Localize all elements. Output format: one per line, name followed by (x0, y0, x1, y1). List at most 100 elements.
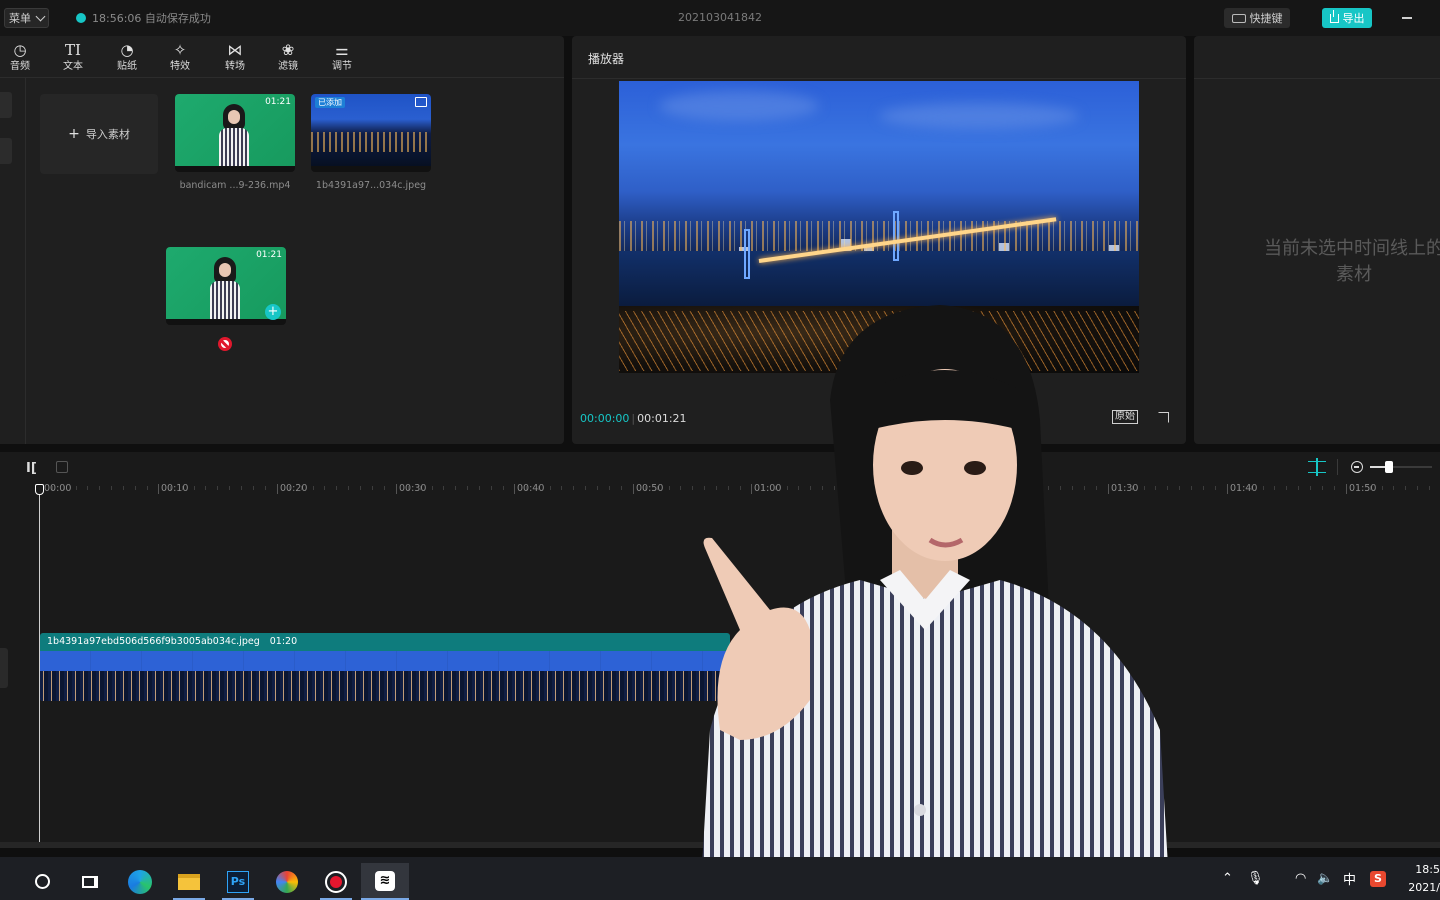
photoshop-button[interactable]: Ps (214, 863, 262, 900)
ruler-minor-tick (252, 486, 254, 490)
tool-audio[interactable]: ◷ 音频 (0, 40, 40, 74)
shortcut-button[interactable]: 快捷键 (1224, 8, 1290, 28)
time-separator: | (631, 412, 636, 425)
ruler-minor-tick (561, 486, 563, 490)
timeline-clip[interactable]: 1b4391a97ebd506d566f9b3005ab034c.jpeg 01:… (40, 633, 730, 701)
ruler-major-tick (1227, 484, 1228, 494)
side-tab-local[interactable] (0, 92, 12, 118)
sticker-icon: ◔ (120, 41, 134, 59)
snap-icon[interactable] (1308, 458, 1326, 476)
ruler-minor-tick (87, 486, 89, 490)
task-view-button[interactable] (66, 863, 114, 900)
ruler-minor-tick (359, 486, 361, 490)
transition-icon: ⋈ (227, 41, 243, 59)
tool-label: 文本 (63, 61, 83, 72)
cortana-icon (34, 874, 50, 889)
ruler-minor-tick (455, 486, 457, 490)
edge-icon (128, 869, 152, 894)
playhead-line[interactable] (39, 486, 40, 842)
import-label: 导入素材 (85, 128, 130, 141)
ruler-label: 00:50 (636, 483, 664, 494)
divider (1337, 459, 1338, 475)
filter-icon: ❀ (281, 41, 295, 59)
media-filename: bandicam ...9-236.mp4 (179, 180, 291, 191)
zoom-out-icon[interactable] (1351, 461, 1363, 473)
media-item-video[interactable]: 01:21 (175, 94, 295, 172)
sogou-icon[interactable]: S (1370, 857, 1386, 900)
track-handle[interactable] (0, 648, 8, 688)
media-item-image[interactable]: 已添加 (311, 94, 431, 172)
pointing-hand (703, 537, 810, 740)
ruler-minor-tick (111, 486, 113, 490)
tool-label: 转场 (225, 61, 245, 72)
ruler-minor-tick (371, 486, 373, 490)
ruler-minor-tick (193, 486, 195, 490)
ruler-minor-tick (205, 486, 207, 490)
shortcut-label: 快捷键 (1249, 12, 1283, 25)
tool-effects[interactable]: ✧ 特效 (160, 40, 200, 74)
tray-chevron-icon[interactable]: ⌃ (1222, 857, 1233, 900)
wifi-icon[interactable]: ◠ (1295, 857, 1306, 900)
ruler-minor-tick (229, 486, 231, 490)
zoom-slider[interactable] (1370, 461, 1432, 473)
clock-date: 2021/ (1408, 881, 1440, 894)
split-icon[interactable]: I[ (26, 461, 37, 476)
eye (901, 461, 923, 475)
media-panel: ◷ 音频 TI 文本 ◔ 贴纸 ✧ 特效 ⋈ 转场 ❀ 滤镜 ⚌ 调节 + 导入… (0, 36, 564, 444)
tool-label: 贴纸 (117, 61, 137, 72)
export-button[interactable]: 导出 (1322, 8, 1372, 28)
cortana-button[interactable] (18, 863, 66, 900)
tool-label: 滤镜 (278, 61, 298, 72)
import-media-button[interactable]: + 导入素材 (40, 94, 158, 174)
clip-filmstrip (40, 651, 730, 701)
attributes-panel: 当前未选中时间线上的素材 (1194, 36, 1440, 444)
keyboard-icon (1231, 13, 1246, 23)
side-tab-library[interactable] (0, 138, 12, 164)
ruler-minor-tick (1214, 486, 1216, 490)
ruler-minor-tick (1405, 486, 1407, 490)
file-explorer-icon (178, 873, 200, 890)
current-time: 00:00:00 (580, 412, 630, 425)
ruler-minor-tick (312, 486, 314, 490)
ruler-minor-tick (1298, 486, 1300, 490)
tool-filter[interactable]: ❀ 滤镜 (268, 40, 308, 74)
capcut-button[interactable]: ≋ (361, 863, 409, 900)
image-icon (415, 97, 427, 107)
edge-button[interactable] (116, 863, 164, 900)
ruler-minor-tick (146, 486, 148, 490)
ruler-minor-tick (1428, 486, 1430, 490)
export-label: 导出 (1342, 12, 1365, 25)
divider (572, 78, 1186, 79)
tool-sticker[interactable]: ◔ 贴纸 (107, 40, 147, 74)
minimize-icon[interactable] (1402, 17, 1412, 19)
eye (964, 461, 986, 475)
ruler-minor-tick (336, 486, 338, 490)
player-title: 播放器 (588, 52, 625, 66)
ime-indicator[interactable]: 中 (1343, 857, 1356, 900)
ruler-minor-tick (502, 486, 504, 490)
ruler-label: 01:40 (1230, 483, 1258, 494)
ruler-minor-tick (383, 486, 385, 490)
volume-icon[interactable]: 🔈 (1317, 857, 1333, 900)
ruler-label: 00:40 (517, 483, 545, 494)
microphone-icon[interactable]: 🎙 (1247, 857, 1264, 900)
delete-icon[interactable] (56, 461, 68, 473)
ruler-minor-tick (1262, 486, 1264, 490)
tool-transition[interactable]: ⋈ 转场 (215, 40, 255, 74)
ruler-minor-tick (264, 486, 266, 490)
zoom-slider-handle[interactable] (1384, 461, 1393, 473)
ruler-major-tick (396, 484, 397, 494)
media-duration: 01:21 (256, 250, 282, 260)
system-clock[interactable]: 18:5 2021/ (1400, 861, 1440, 897)
file-explorer-button[interactable] (165, 863, 213, 900)
clip-name: 1b4391a97ebd506d566f9b3005ab034c.jpeg (47, 636, 260, 647)
tool-text[interactable]: TI 文本 (53, 40, 93, 74)
playhead-handle[interactable] (35, 484, 44, 495)
ruler-minor-tick (1190, 486, 1192, 490)
ruler-major-tick (514, 484, 515, 494)
ruler-minor-tick (1202, 486, 1204, 490)
recorder-button[interactable] (312, 863, 360, 900)
color-app-button[interactable] (263, 863, 311, 900)
tool-adjust[interactable]: ⚌ 调节 (322, 40, 362, 74)
export-icon (1329, 9, 1339, 23)
